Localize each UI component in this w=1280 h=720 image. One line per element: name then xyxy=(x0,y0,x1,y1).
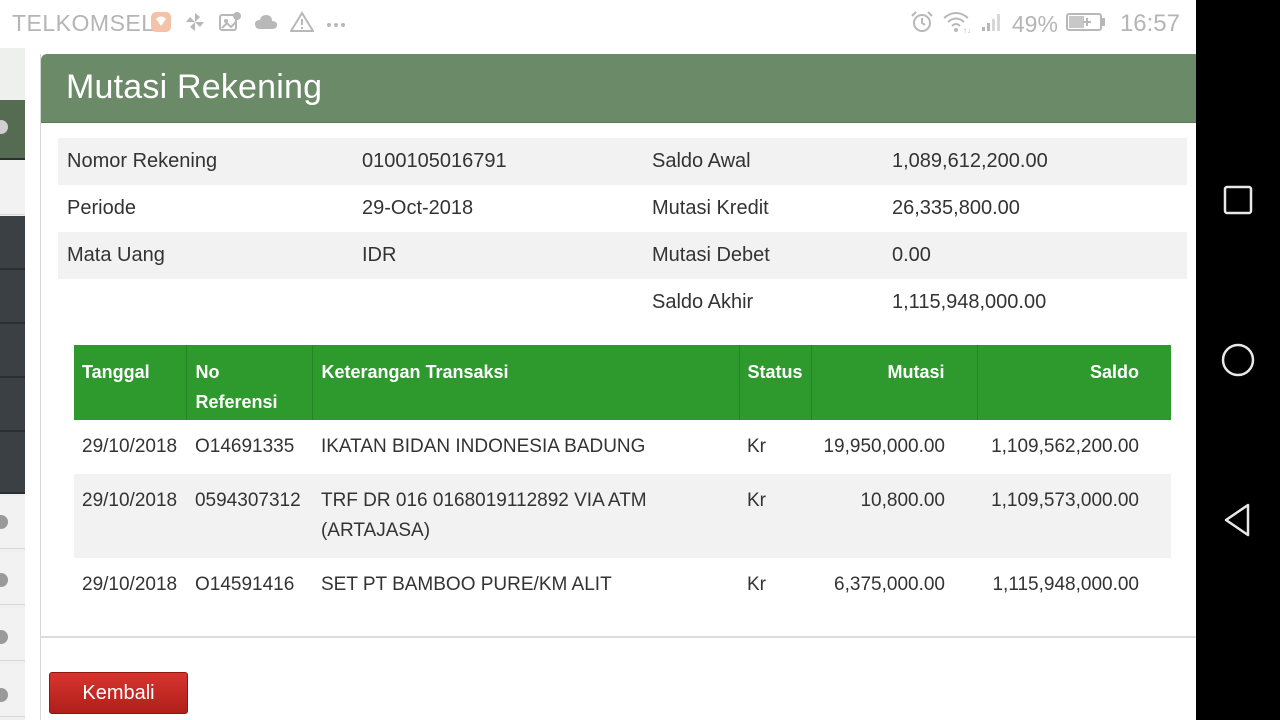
summary-label: Nomor Rekening xyxy=(67,150,218,172)
account-number-value: 0100105016791 xyxy=(362,150,507,172)
header-line: Referensi xyxy=(195,392,278,412)
summary-row: Saldo Akhir 1,115,948,000.00 xyxy=(58,279,1187,326)
debit-total-value: 0.00 xyxy=(892,244,931,266)
carrier-name: TELKOMSEL xyxy=(12,10,155,36)
page-title: Mutasi Rekening xyxy=(66,68,323,106)
column-header-no-referensi: No Referensi xyxy=(186,345,314,420)
home-icon[interactable] xyxy=(1216,338,1260,382)
mutasi-rekening-panel: Mutasi Rekening Nomor Rekening 010010501… xyxy=(40,54,1201,720)
currency-value: IDR xyxy=(362,244,397,266)
sidebar-item[interactable] xyxy=(0,432,25,494)
cell-keterangan: SET PT BAMBOO PURE/KM ALIT xyxy=(313,558,739,612)
cell-no-referensi: O14691335 xyxy=(194,436,295,457)
cell-status: Kr xyxy=(739,474,812,558)
keterangan-line: (ARTAJASA) xyxy=(320,520,431,541)
notification-app-icon xyxy=(150,11,172,38)
column-header-status: Status xyxy=(739,345,812,420)
column-header-tanggal: Tanggal xyxy=(74,345,188,420)
cell-tanggal: 29/10/2018 xyxy=(82,574,178,595)
notification-icons xyxy=(150,10,346,38)
back-icon[interactable] xyxy=(1216,498,1260,542)
cloud-icon xyxy=(254,13,278,36)
cell-mutasi: 19,950,000.00 xyxy=(823,436,945,457)
column-header-keterangan: Keterangan Transaksi xyxy=(312,345,740,420)
sidebar-item xyxy=(0,160,25,215)
table-header-row: Tanggal No Referensi Keterangan Transaksi… xyxy=(74,345,1171,420)
recent-apps-icon[interactable] xyxy=(1216,178,1260,222)
transactions-table: Tanggal No Referensi Keterangan Transaksi… xyxy=(74,345,1171,612)
summary-label: Mata Uang xyxy=(67,244,165,266)
more-dots-icon xyxy=(326,15,346,33)
cell-status: Kr xyxy=(747,436,766,457)
cell-mutasi: 10,800.00 xyxy=(811,474,977,558)
cell-tanggal: 29/10/2018 xyxy=(82,436,178,457)
summary-row: Mata Uang IDR Mutasi Debet 0.00 xyxy=(58,232,1187,279)
panel-header: Mutasi Rekening xyxy=(41,54,1197,123)
summary-label: Saldo Akhir xyxy=(652,291,754,313)
cell-keterangan: IKATAN BIDAN INDONESIA BADUNG xyxy=(313,420,739,474)
summary-label: Mutasi Kredit xyxy=(652,197,769,219)
period-value: 29-Oct-2018 xyxy=(362,197,474,219)
panel-divider xyxy=(41,636,1197,638)
pinwheel-icon xyxy=(184,11,206,38)
column-header-saldo: Saldo xyxy=(977,345,1171,420)
credit-total-value: 26,335,800.00 xyxy=(892,197,1020,219)
opening-balance-value: 1,089,612,200.00 xyxy=(892,150,1048,172)
summary-row: Periode 29-Oct-2018 Mutasi Kredit 26,335… xyxy=(58,185,1187,232)
table-row: 29/10/2018 0594307312 TRF DR 016 0168019… xyxy=(74,474,1171,558)
warning-icon xyxy=(289,10,315,38)
sidebar-item[interactable] xyxy=(0,324,25,378)
summary-label: Mutasi Debet xyxy=(652,244,770,266)
cell-keterangan: TRF DR 016 0168019112892 VIA ATM (ARTAJAS… xyxy=(312,474,739,558)
back-button[interactable]: Kembali xyxy=(49,672,188,714)
table-row: 29/10/2018 O14591416 SET PT BAMBOO PURE/… xyxy=(74,558,1171,612)
column-header-mutasi: Mutasi xyxy=(811,345,978,420)
cell-saldo: 1,109,562,200.00 xyxy=(991,436,1139,457)
cell-status: Kr xyxy=(747,574,766,595)
summary-label: Saldo Awal xyxy=(652,150,751,172)
keterangan-line: IKATAN BIDAN INDONESIA BADUNG xyxy=(320,436,646,457)
summary-row: Nomor Rekening 0100105016791 Saldo Awal … xyxy=(58,138,1187,185)
signal-icon xyxy=(980,11,1004,38)
account-summary: Nomor Rekening 0100105016791 Saldo Awal … xyxy=(58,138,1187,326)
keterangan-line: TRF DR 016 0168019112892 VIA ATM xyxy=(320,490,647,511)
table-row: 29/10/2018 O14691335 IKATAN BIDAN INDONE… xyxy=(74,420,1171,474)
cell-no-referensi: 0594307312 xyxy=(186,474,313,558)
battery-icon xyxy=(1065,12,1106,37)
cell-saldo: 1,115,948,000.00 xyxy=(992,574,1139,595)
closing-balance-value: 1,115,948,000.00 xyxy=(892,291,1047,313)
alarm-icon xyxy=(910,10,934,39)
summary-label: Periode xyxy=(67,197,136,219)
battery-percent: 49% xyxy=(1011,10,1058,37)
photo-sync-icon xyxy=(218,11,242,38)
cell-saldo: 1,109,573,000.00 xyxy=(977,474,1171,558)
clock: 16:57 xyxy=(1119,10,1180,37)
wifi-icon: ↑↓ xyxy=(942,10,972,39)
cell-mutasi: 6,375,000.00 xyxy=(834,574,945,595)
system-icons: ↑↓ 49% 16:57 xyxy=(910,8,1180,40)
cell-tanggal: 29/10/2018 xyxy=(74,474,187,558)
sidebar-item[interactable] xyxy=(0,270,25,324)
cell-no-referensi: O14591416 xyxy=(194,574,295,595)
sidebar-item[interactable] xyxy=(0,216,25,270)
keterangan-line: SET PT BAMBOO PURE/KM ALIT xyxy=(320,574,612,595)
status-bar: TELKOMSEL ↑↓ 49% 16:57 xyxy=(0,0,1196,48)
sidebar-item[interactable] xyxy=(0,378,25,432)
navigation-bar xyxy=(1196,0,1280,720)
header-line: No xyxy=(195,362,220,382)
background-sidebar xyxy=(0,48,25,720)
svg-text:↑↓: ↑↓ xyxy=(963,26,971,34)
